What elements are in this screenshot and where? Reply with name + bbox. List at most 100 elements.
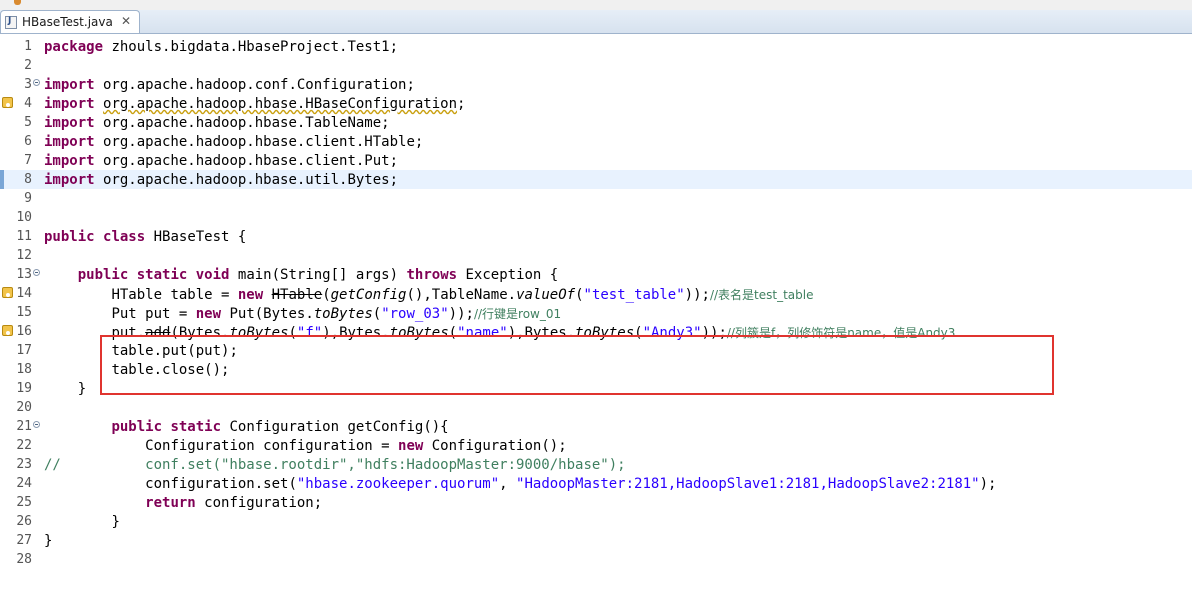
code-line-13[interactable]: 13 public static void main(String[] args… (0, 265, 1192, 284)
line-gutter: 19 (0, 379, 44, 398)
line-number: 3 (24, 77, 32, 92)
code-line-27[interactable]: 27 } (0, 531, 1192, 550)
code-line-25[interactable]: 25 return configuration; (0, 493, 1192, 512)
code-line-22[interactable]: 22 Configuration configuration = new Con… (0, 436, 1192, 455)
line-gutter: 3 (0, 75, 44, 94)
code-text: // conf.set("hbase.rootdir","hdfs:Hadoop… (44, 457, 626, 473)
line-gutter: 21 (0, 417, 44, 436)
line-number: 17 (16, 343, 32, 358)
line-gutter: 16 (0, 322, 44, 341)
code-line-5[interactable]: 5 import org.apache.hadoop.hbase.TableNa… (0, 113, 1192, 132)
line-number: 2 (24, 58, 32, 73)
line-gutter: 22 (0, 436, 44, 455)
line-gutter: 11 (0, 227, 44, 246)
window-marker-icon (14, 0, 21, 5)
java-file-icon (5, 16, 17, 29)
code-line-7[interactable]: 7 import org.apache.hadoop.hbase.client.… (0, 151, 1192, 170)
line-number: 22 (16, 438, 32, 453)
code-line-20[interactable]: 20 (0, 398, 1192, 417)
code-line-4[interactable]: 4 import org.apache.hadoop.hbase.HBaseCo… (0, 94, 1192, 113)
fold-toggle-icon[interactable] (33, 269, 40, 276)
code-line-21[interactable]: 21 public static Configuration getConfig… (0, 417, 1192, 436)
code-text: import org.apache.hadoop.hbase.client.Pu… (44, 153, 399, 169)
line-gutter: 12 (0, 246, 44, 265)
code-line-11[interactable]: 11 public class HBaseTest { (0, 227, 1192, 246)
line-gutter: 14 (0, 284, 44, 303)
line-number: 21 (16, 419, 32, 434)
window-top-strip (0, 0, 1192, 10)
line-number: 6 (24, 134, 32, 149)
code-line-24[interactable]: 24 configuration.set("hbase.zookeeper.qu… (0, 474, 1192, 493)
line-gutter: 26 (0, 512, 44, 531)
tab-title: HBaseTest.java (22, 15, 113, 29)
warning-icon[interactable] (2, 97, 13, 108)
line-number: 5 (24, 115, 32, 130)
line-gutter: 2 (0, 56, 44, 75)
code-line-6[interactable]: 6 import org.apache.hadoop.hbase.client.… (0, 132, 1192, 151)
line-number: 15 (16, 305, 32, 320)
line-gutter: 24 (0, 474, 44, 493)
line-number: 7 (24, 153, 32, 168)
code-text: import org.apache.hadoop.hbase.TableName… (44, 115, 390, 131)
code-line-2[interactable]: 2 (0, 56, 1192, 75)
code-text: HTable table = new HTable(getConfig(),Ta… (111, 287, 814, 303)
code-text: import org.apache.hadoop.hbase.HBaseConf… (44, 96, 466, 112)
code-line-1[interactable]: 1 package zhouls.bigdata.HbaseProject.Te… (0, 37, 1192, 56)
line-gutter: 1 (0, 37, 44, 56)
code-line-12[interactable]: 12 (0, 246, 1192, 265)
line-gutter: 5 (0, 113, 44, 132)
line-gutter: 17 (0, 341, 44, 360)
line-number: 11 (16, 229, 32, 244)
code-line-9[interactable]: 9 (0, 189, 1192, 208)
line-gutter: 6 (0, 132, 44, 151)
line-number: 10 (16, 210, 32, 225)
code-line-23[interactable]: 23 // conf.set("hbase.rootdir","hdfs:Had… (0, 455, 1192, 474)
line-number: 25 (16, 495, 32, 510)
code-line-15[interactable]: 15 Put put = new Put(Bytes.toBytes("row_… (0, 303, 1192, 322)
line-gutter: 28 (0, 550, 44, 569)
line-number: 12 (16, 248, 32, 263)
line-number: 14 (16, 286, 32, 301)
line-gutter: 8 (0, 170, 44, 189)
line-gutter: 13 (0, 265, 44, 284)
warning-icon[interactable] (2, 287, 13, 298)
code-line-10[interactable]: 10 (0, 208, 1192, 227)
code-editor[interactable]: 1 package zhouls.bigdata.HbaseProject.Te… (0, 34, 1192, 592)
tab-hbasetest-java[interactable]: HBaseTest.java ✕ (0, 10, 140, 33)
code-text: } (111, 514, 120, 530)
code-text: return configuration; (145, 495, 323, 511)
fold-toggle-icon[interactable] (33, 421, 40, 428)
code-line-8-current[interactable]: 8 import org.apache.hadoop.hbase.util.By… (0, 170, 1192, 189)
code-text: } (44, 533, 53, 549)
line-gutter: 4 (0, 94, 44, 113)
line-number: 26 (16, 514, 32, 529)
code-line-3[interactable]: 3 import org.apache.hadoop.conf.Configur… (0, 75, 1192, 94)
line-number: 9 (24, 191, 32, 206)
code-text: import org.apache.hadoop.hbase.util.Byte… (44, 172, 399, 188)
code-text: import org.apache.hadoop.hbase.client.HT… (44, 134, 424, 150)
code-text: configuration.set("hbase.zookeeper.quoru… (145, 476, 997, 492)
code-line-14[interactable]: 14 HTable table = new HTable(getConfig()… (0, 284, 1192, 303)
code-line-28[interactable]: 28 (0, 550, 1192, 569)
line-number: 20 (16, 400, 32, 415)
line-gutter: 15 (0, 303, 44, 322)
line-number: 27 (16, 533, 32, 548)
line-number: 24 (16, 476, 32, 491)
line-number: 28 (16, 552, 32, 567)
editor-tab-bar: HBaseTest.java ✕ (0, 10, 1192, 34)
code-text: import org.apache.hadoop.conf.Configurat… (44, 77, 415, 93)
close-icon[interactable]: ✕ (119, 14, 133, 28)
line-number: 19 (16, 381, 32, 396)
code-text: public class HBaseTest { (44, 229, 247, 245)
line-number: 13 (16, 267, 32, 282)
current-line-marker (0, 170, 4, 189)
line-number: 18 (16, 362, 32, 377)
fold-toggle-icon[interactable] (33, 79, 40, 86)
red-annotation-box (100, 335, 1054, 395)
warning-icon[interactable] (2, 325, 13, 336)
line-gutter: 25 (0, 493, 44, 512)
line-number: 8 (24, 172, 32, 187)
code-line-26[interactable]: 26 } (0, 512, 1192, 531)
line-number: 16 (16, 324, 32, 339)
line-number: 1 (24, 39, 32, 54)
